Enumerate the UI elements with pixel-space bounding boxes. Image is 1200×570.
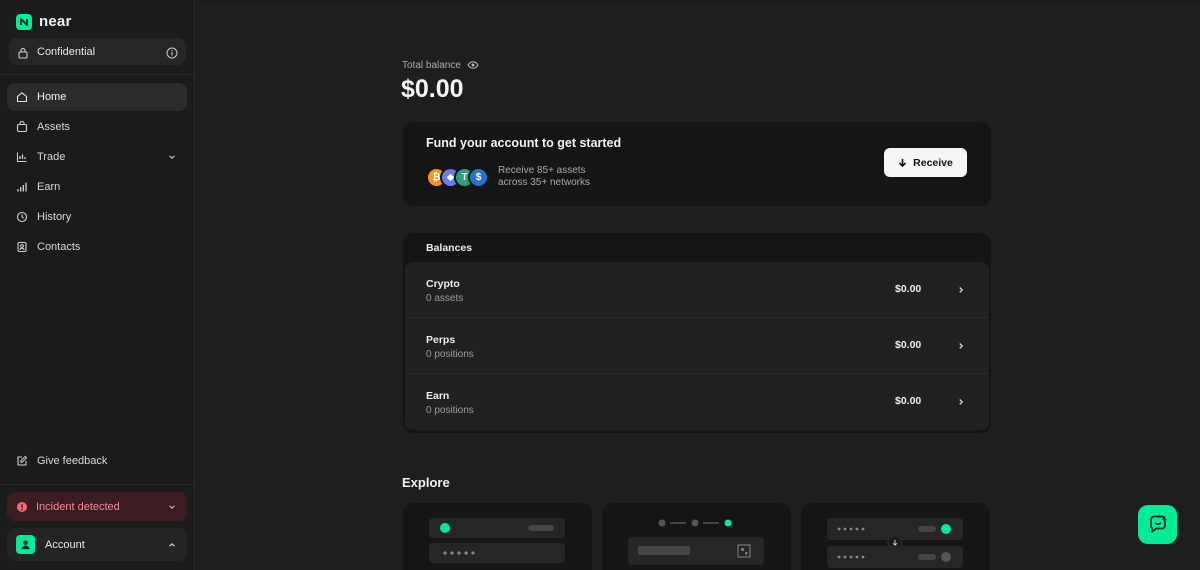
balances-title: Balances xyxy=(426,242,473,254)
bars-icon xyxy=(16,181,28,193)
sidebar-item-label: Trade xyxy=(37,151,66,163)
sidebar-divider xyxy=(0,484,195,485)
user-icon xyxy=(21,540,30,550)
receive-button[interactable]: Receive xyxy=(884,148,967,177)
balances-card: Balances Crypto 0 assets $0.00 Perps 0 p… xyxy=(403,233,991,433)
chevron-down-icon[interactable] xyxy=(166,151,178,163)
row-sub: 0 assets xyxy=(426,293,464,304)
sidebar-item-label: Earn xyxy=(37,181,61,193)
account-label: Account xyxy=(45,538,85,551)
explore-illustration-3 xyxy=(827,518,963,568)
brand-name: near xyxy=(39,13,72,30)
sidebar-item-assets[interactable]: Assets xyxy=(7,113,187,141)
balance-row-perps[interactable]: Perps 0 positions $0.00 xyxy=(405,318,989,374)
explore-illustration-2 xyxy=(628,519,764,565)
total-balance-text: Total balance xyxy=(402,59,461,71)
row-name: Earn xyxy=(426,390,450,402)
sidebar: near Confidential Home Assets Trade Earn… xyxy=(0,0,195,570)
row-sub: 0 positions xyxy=(426,405,474,416)
eye-icon[interactable] xyxy=(467,59,479,71)
total-balance-value: $0.00 xyxy=(401,75,464,103)
account-menu[interactable]: Account xyxy=(7,528,187,561)
fund-account-card: Fund your account to get started ₿ ◆ T $… xyxy=(403,122,991,206)
row-value: $0.00 xyxy=(895,339,922,351)
sidebar-item-label: Contacts xyxy=(37,241,81,253)
avatar xyxy=(16,535,35,554)
bag-icon xyxy=(16,120,28,133)
edit-icon xyxy=(16,455,28,467)
chevron-down-icon[interactable] xyxy=(166,501,178,513)
chevron-up-icon[interactable] xyxy=(166,539,178,551)
sidebar-item-label: Assets xyxy=(37,121,71,133)
sidebar-item-earn[interactable]: Earn xyxy=(7,173,187,201)
confidential-label: Confidential xyxy=(37,45,96,58)
sidebar-item-trade[interactable]: Trade xyxy=(7,143,187,171)
support-chat-button[interactable] xyxy=(1138,505,1177,544)
sidebar-divider xyxy=(0,74,195,75)
lock-icon xyxy=(17,46,29,59)
fund-subtitle: Receive 85+ assets across 35+ networks xyxy=(498,165,590,189)
balances-list: Crypto 0 assets $0.00 Perps 0 positions … xyxy=(405,262,989,430)
total-balance-label: Total balance xyxy=(402,59,479,71)
main-content: Total balance $0.00 Fund your account to… xyxy=(196,5,1200,570)
fund-title: Fund your account to get started xyxy=(426,136,622,150)
sidebar-item-history[interactable]: History xyxy=(7,203,187,231)
row-value: $0.00 xyxy=(895,395,922,407)
alert-icon xyxy=(16,501,28,513)
sidebar-item-label: History xyxy=(37,211,72,223)
incident-banner[interactable]: Incident detected xyxy=(7,492,187,521)
receive-label: Receive xyxy=(913,156,953,169)
brand[interactable]: near xyxy=(16,13,72,30)
balance-row-crypto[interactable]: Crypto 0 assets $0.00 xyxy=(405,262,989,318)
incident-label: Incident detected xyxy=(36,500,120,513)
explore-title: Explore xyxy=(402,475,450,490)
row-sub: 0 positions xyxy=(426,349,474,360)
coin-stack: ₿ ◆ T $ xyxy=(426,167,496,189)
chevron-right-icon xyxy=(955,395,967,407)
info-icon[interactable] xyxy=(166,46,178,58)
row-name: Perps xyxy=(426,334,456,346)
fund-sub-line2: across 35+ networks xyxy=(498,177,590,188)
row-name: Crypto xyxy=(426,278,460,290)
fund-sub-line1: Receive 85+ assets xyxy=(498,165,586,176)
history-icon xyxy=(16,211,28,223)
sidebar-item-home[interactable]: Home xyxy=(7,83,187,111)
row-value: $0.00 xyxy=(895,283,922,295)
chart-icon xyxy=(16,151,28,163)
chat-icon xyxy=(1149,515,1167,533)
sidebar-item-contacts[interactable]: Contacts xyxy=(7,233,187,261)
explore-card-3[interactable] xyxy=(801,503,990,570)
give-feedback-button[interactable]: Give feedback xyxy=(7,447,187,475)
explore-illustration-1 xyxy=(429,518,565,563)
explore-card-2[interactable] xyxy=(602,503,791,570)
give-feedback-label: Give feedback xyxy=(37,455,108,467)
sidebar-item-label: Home xyxy=(37,91,67,103)
chevron-right-icon xyxy=(955,283,967,295)
sidebar-nav: Home Assets Trade Earn History Contacts xyxy=(7,83,187,263)
near-logo-icon xyxy=(16,13,32,30)
chevron-right-icon xyxy=(955,339,967,351)
home-icon xyxy=(16,91,28,103)
confidential-mode-toggle[interactable]: Confidential xyxy=(9,38,186,65)
explore-card-1[interactable] xyxy=(403,503,592,570)
usdc-icon: $ xyxy=(468,167,489,188)
balance-row-earn[interactable]: Earn 0 positions $0.00 xyxy=(405,374,989,430)
contacts-icon xyxy=(16,241,28,253)
arrow-down-icon xyxy=(899,158,907,167)
